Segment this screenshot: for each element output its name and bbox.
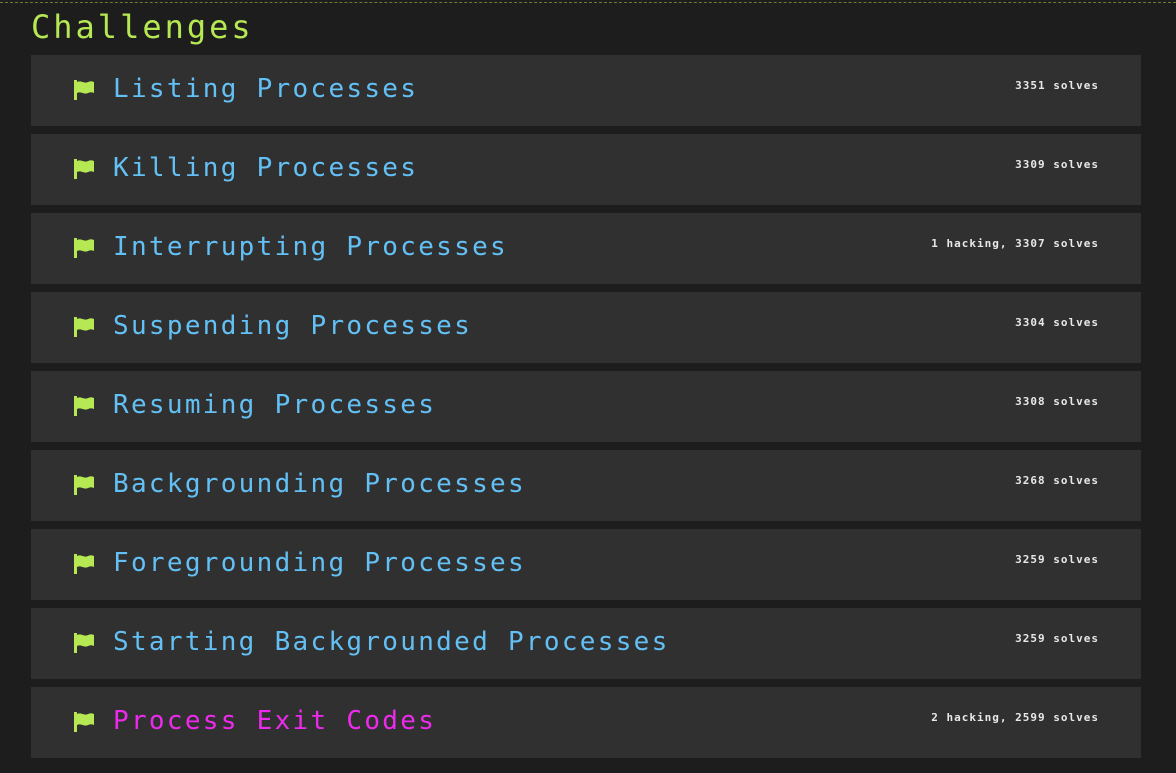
challenge-foregrounding-processes[interactable]: Foregrounding Processes 3259 solves [31, 529, 1141, 600]
flag-icon [74, 396, 94, 416]
challenge-killing-processes[interactable]: Killing Processes 3309 solves [31, 134, 1141, 205]
flag-icon [74, 633, 94, 653]
challenge-title[interactable]: Interrupting Processes [113, 229, 508, 265]
solve-count: 3308 solves [1015, 395, 1099, 408]
top-divider [0, 2, 1176, 3]
solve-count: 1 hacking, 3307 solves [931, 237, 1099, 250]
solve-count: 3304 solves [1015, 316, 1099, 329]
flag-icon [74, 712, 94, 732]
challenge-listing-processes[interactable]: Listing Processes 3351 solves [31, 55, 1141, 126]
challenge-suspending-processes[interactable]: Suspending Processes 3304 solves [31, 292, 1141, 363]
flag-icon [74, 317, 94, 337]
solve-count: 3259 solves [1015, 553, 1099, 566]
challenge-backgrounding-processes[interactable]: Backgrounding Processes 3268 solves [31, 450, 1141, 521]
solve-count: 3268 solves [1015, 474, 1099, 487]
flag-icon [74, 475, 94, 495]
flag-icon [74, 80, 94, 100]
solve-count: 3351 solves [1015, 79, 1099, 92]
solve-count: 3259 solves [1015, 632, 1099, 645]
flag-icon [74, 238, 94, 258]
flag-icon [74, 159, 94, 179]
flag-icon [74, 554, 94, 574]
challenge-title[interactable]: Backgrounding Processes [113, 466, 526, 502]
challenge-resuming-processes[interactable]: Resuming Processes 3308 solves [31, 371, 1141, 442]
challenge-interrupting-processes[interactable]: Interrupting Processes 1 hacking, 3307 s… [31, 213, 1141, 284]
challenge-title[interactable]: Suspending Processes [113, 308, 472, 344]
challenge-title[interactable]: Process Exit Codes [113, 703, 436, 739]
challenge-list: Listing Processes 3351 solves Killing Pr… [31, 55, 1141, 766]
challenge-starting-backgrounded-processes[interactable]: Starting Backgrounded Processes 3259 sol… [31, 608, 1141, 679]
challenge-title[interactable]: Listing Processes [113, 71, 418, 107]
solve-count: 2 hacking, 2599 solves [931, 711, 1099, 724]
challenge-process-exit-codes[interactable]: Process Exit Codes 2 hacking, 2599 solve… [31, 687, 1141, 758]
challenge-title[interactable]: Foregrounding Processes [113, 545, 526, 581]
challenge-title[interactable]: Starting Backgrounded Processes [113, 624, 670, 660]
challenge-title[interactable]: Resuming Processes [113, 387, 436, 423]
section-title: Challenges [31, 8, 254, 46]
challenge-title[interactable]: Killing Processes [113, 150, 418, 186]
solve-count: 3309 solves [1015, 158, 1099, 171]
